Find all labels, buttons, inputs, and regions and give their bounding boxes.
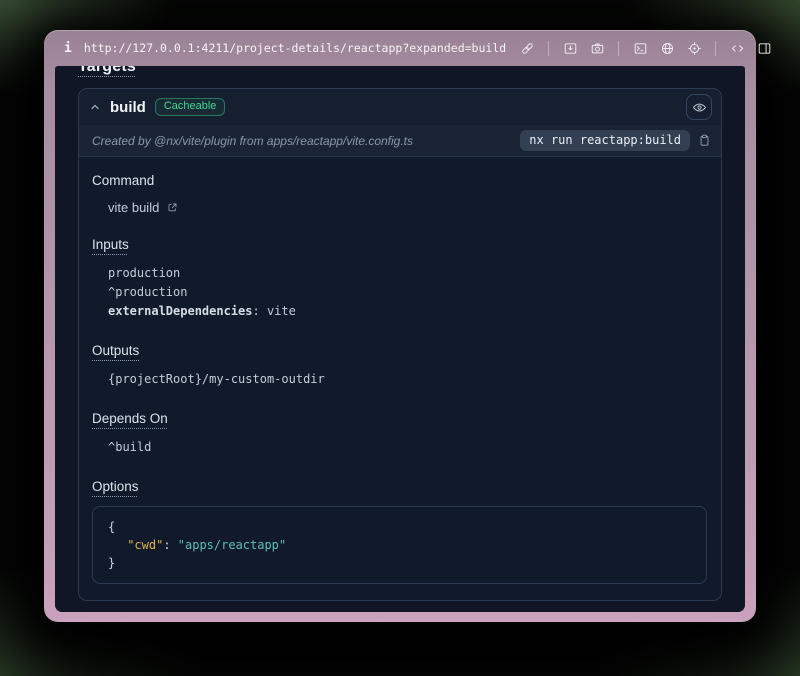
- run-command-chip: nx run reactapp:build: [520, 130, 690, 151]
- titlebar: i http://127.0.0.1:4211/project-details/…: [44, 30, 756, 66]
- list-item: externalDependencies: vite: [108, 302, 707, 321]
- section-heading-options[interactable]: Options: [92, 479, 139, 494]
- external-link-icon[interactable]: [166, 201, 179, 214]
- globe-icon[interactable]: [658, 39, 676, 57]
- code-key: "cwd": [127, 538, 163, 552]
- section-heading-outputs[interactable]: Outputs: [92, 343, 139, 358]
- page-viewport: Targets build Cacheable Creat: [55, 66, 745, 612]
- camera-icon[interactable]: [588, 39, 606, 57]
- clipboard-icon: [697, 133, 712, 148]
- section-heading-depends-on[interactable]: Depends On: [92, 411, 168, 426]
- target-name: build: [110, 99, 146, 116]
- target-meta-strip: Created by @nx/vite/plugin from apps/rea…: [79, 125, 721, 157]
- code-brace: {: [108, 520, 115, 534]
- info-icon: i: [64, 41, 72, 56]
- copy-command-button[interactable]: [697, 133, 712, 148]
- code-icon[interactable]: [728, 39, 746, 57]
- code-value: "apps/reactapp": [178, 538, 286, 552]
- outputs-list: {projectRoot}/my-custom-outdir: [92, 370, 707, 389]
- toolbar-divider: [618, 41, 619, 56]
- capture-icon[interactable]: [561, 39, 579, 57]
- toolbar-divider: [548, 41, 549, 56]
- code-brace: }: [108, 556, 115, 570]
- cacheable-badge[interactable]: Cacheable: [155, 98, 226, 116]
- list-item: {projectRoot}/my-custom-outdir: [108, 370, 707, 389]
- terminal-icon[interactable]: [631, 39, 649, 57]
- run-command-group: nx run reactapp:build: [520, 130, 712, 151]
- options-code-block: {"cwd": "apps/reactapp"}: [92, 506, 707, 584]
- target-header-build[interactable]: build Cacheable: [79, 89, 721, 125]
- eye-icon: [692, 100, 707, 115]
- target-card-build: build Cacheable Created by @nx/vite/plug…: [78, 88, 722, 601]
- command-link[interactable]: vite build: [108, 200, 179, 215]
- list-item: ^build: [108, 438, 707, 457]
- command-text: vite build: [108, 200, 159, 215]
- inputs-list: production ^production externalDependenc…: [92, 264, 707, 321]
- browser-window: i http://127.0.0.1:4211/project-details/…: [44, 30, 756, 622]
- chevron-up-icon: [89, 101, 101, 113]
- list-item: ^production: [108, 283, 707, 302]
- view-target-button[interactable]: [686, 94, 712, 120]
- project-details-page: Targets build Cacheable Creat: [55, 66, 745, 612]
- targets-heading[interactable]: Targets: [78, 66, 136, 76]
- link-icon[interactable]: [518, 39, 536, 57]
- panel-icon[interactable]: [755, 39, 773, 57]
- toolbar-divider: [715, 41, 716, 56]
- created-by-text: Created by @nx/vite/plugin from apps/rea…: [92, 134, 413, 148]
- target-details: Command vite build Inputs production ^pr…: [79, 157, 721, 600]
- target-icon[interactable]: [685, 39, 703, 57]
- section-heading-command: Command: [92, 173, 154, 188]
- depends-on-list: ^build: [92, 438, 707, 457]
- section-heading-inputs[interactable]: Inputs: [92, 237, 129, 252]
- list-item: production: [108, 264, 707, 283]
- titlebar-actions: [518, 39, 773, 57]
- url-text: http://127.0.0.1:4211/project-details/re…: [84, 41, 506, 55]
